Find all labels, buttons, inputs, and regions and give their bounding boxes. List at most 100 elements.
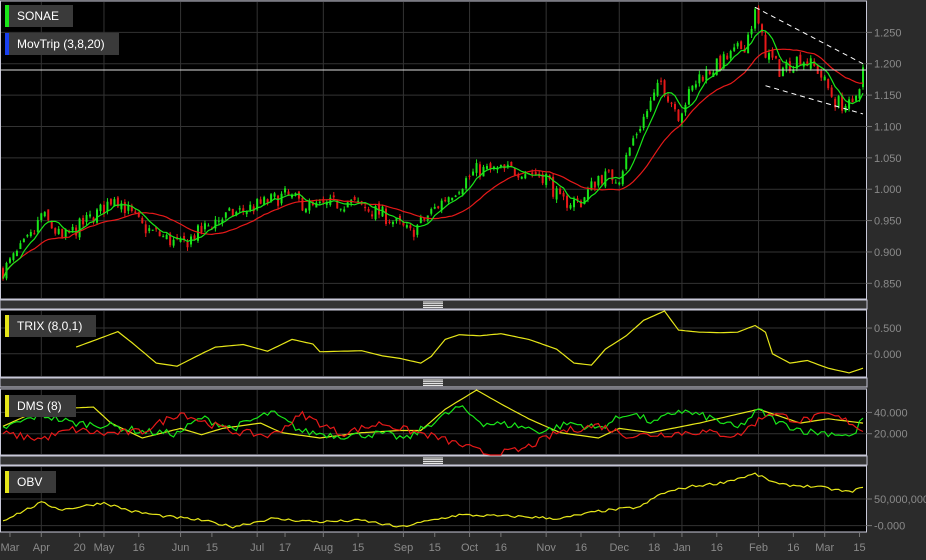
candle-body: [200, 225, 203, 233]
candle-body: [207, 225, 210, 227]
candle-body: [144, 224, 147, 234]
candle-body: [384, 208, 387, 224]
candle-body: [823, 76, 826, 81]
candle-body: [444, 199, 447, 202]
x-tick-label: Aug: [314, 542, 334, 554]
candle-body: [109, 198, 112, 205]
chart-canvas: 1.250 1.200 1.150 1.100 1.050 1.000 0.950 0.900…: [0, 0, 926, 554]
candle-body: [284, 188, 287, 193]
candle-body: [301, 197, 304, 211]
x-tick-label: 16: [575, 542, 587, 554]
legend-label: OBV: [17, 475, 43, 489]
x-tick-label: Apr: [33, 542, 50, 554]
legend-color-swatch: [5, 471, 9, 493]
candle-body: [475, 163, 478, 173]
candle-body: [642, 116, 645, 129]
legend-movtrip[interactable]: MovTrip (3,8,20): [5, 33, 119, 55]
candle-body: [294, 193, 297, 195]
candle-body: [430, 209, 433, 214]
candle-body: [694, 84, 697, 88]
candle-body: [353, 196, 356, 201]
candle-body: [635, 134, 638, 136]
candle-body: [36, 220, 39, 232]
candle-body: [604, 171, 607, 187]
candle-body: [148, 228, 151, 231]
candle-body: [405, 225, 408, 228]
x-tick-label: Jun: [172, 542, 190, 554]
y-tick-label: 1.000: [874, 184, 902, 196]
y-tick-label: 1.050: [874, 153, 902, 165]
panel-2: [0, 388, 867, 456]
candle-body: [89, 214, 92, 217]
candle-body: [447, 197, 450, 203]
candle-body: [29, 232, 32, 237]
candle-body: [468, 175, 471, 177]
candle-body: [158, 231, 161, 237]
x-tick-label: Feb: [749, 542, 768, 554]
candle-body: [754, 9, 757, 29]
candle-body: [513, 168, 516, 176]
candle-body: [701, 76, 704, 81]
candle-body: [614, 182, 617, 184]
candle-body: [607, 170, 610, 172]
candle-body: [628, 147, 631, 156]
candle-body: [621, 171, 624, 185]
candle-body: [346, 202, 349, 208]
candle-body: [555, 188, 558, 200]
candle-body: [217, 220, 220, 222]
y-tick-label: 0.950: [874, 216, 902, 228]
candle-body: [78, 218, 81, 238]
candle-body: [747, 34, 750, 54]
x-tick-label: 16: [133, 542, 145, 554]
legend-sonae[interactable]: SONAE: [5, 5, 74, 27]
candle-body: [670, 102, 673, 104]
x-tick-label: 15: [352, 542, 364, 554]
candle-body: [726, 55, 729, 60]
candle-body: [412, 229, 415, 237]
x-tick-label: Oct: [461, 542, 478, 554]
candle-body: [830, 87, 833, 97]
x-tick-label: Nov: [536, 542, 556, 554]
panel-0: [0, 0, 867, 300]
candle-body: [799, 54, 802, 65]
x-tick-label: 15: [429, 542, 441, 554]
legend-color-swatch: [5, 395, 9, 417]
legend-color-swatch: [5, 33, 9, 55]
candle-body: [691, 85, 694, 91]
candle-body: [409, 225, 412, 229]
candle-body: [705, 69, 708, 81]
candle-body: [43, 212, 46, 217]
x-tick-label: Dec: [609, 542, 629, 554]
candle-body: [273, 193, 276, 197]
candle-body: [593, 181, 596, 188]
candle-body: [472, 171, 475, 176]
candle-body: [677, 109, 680, 121]
candle-body: [632, 138, 635, 146]
candle-body: [698, 74, 701, 84]
candle-body: [8, 258, 11, 263]
y-tick-label: 20.000: [874, 429, 908, 441]
candle-body: [99, 204, 102, 212]
x-tick-label: 16: [711, 542, 723, 554]
candle-body: [134, 211, 137, 214]
x-tick-label: 15: [853, 542, 865, 554]
candle-body: [343, 209, 346, 212]
candle-body: [656, 82, 659, 96]
legend-dms[interactable]: DMS (8): [5, 395, 76, 417]
candle-body: [203, 223, 206, 230]
x-tick-label: Jul: [250, 542, 264, 554]
candle-body: [736, 43, 739, 47]
candle-body: [458, 192, 461, 194]
candle-body: [224, 212, 227, 218]
candle-body: [47, 209, 50, 221]
x-tick-label: 16: [787, 542, 799, 554]
candle-body: [653, 92, 656, 101]
legend-trix[interactable]: TRIX (8,0,1): [5, 315, 97, 337]
y-tick-label: 0.900: [874, 247, 902, 259]
candle-body: [64, 229, 67, 238]
candle-body: [503, 164, 506, 169]
candle-body: [82, 217, 85, 225]
y-tick-label: -0.000: [874, 521, 905, 533]
legend-obv[interactable]: OBV: [5, 471, 57, 493]
candle-body: [646, 111, 649, 118]
